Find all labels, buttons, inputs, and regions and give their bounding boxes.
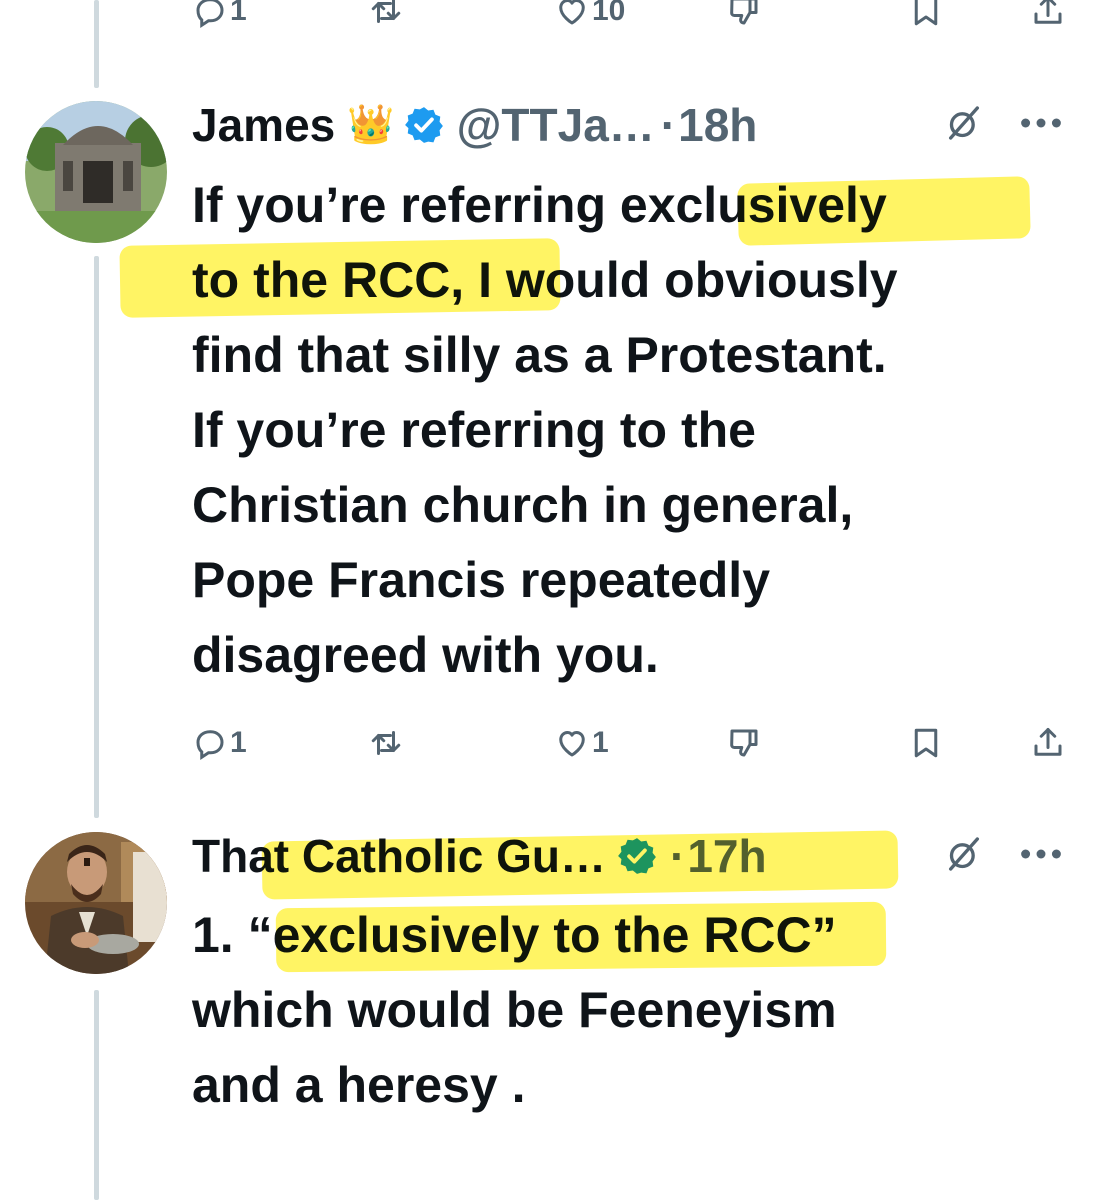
like-icon — [554, 725, 590, 761]
bookmark-button[interactable] — [908, 718, 944, 768]
tweet-text-line: and a heresy . — [192, 1057, 526, 1113]
tweet-text-line: If you’re referring exclusively — [192, 177, 887, 233]
like-button[interactable]: 10 — [554, 0, 625, 36]
more-button[interactable] — [1018, 826, 1064, 886]
tweet2-header: That Catholic Gu… · 17h — [192, 826, 767, 886]
tweet2-text: 1. “exclusively to the RCC” which would … — [192, 898, 1072, 1123]
tweet-text-line: find that silly as a Protestant. — [192, 327, 887, 383]
retweet-button[interactable] — [368, 0, 404, 36]
thread-line-top — [94, 0, 99, 88]
reply-count: 1 — [230, 0, 247, 27]
timestamp[interactable]: 17h — [687, 829, 766, 883]
more-icon — [1018, 847, 1064, 866]
handle[interactable]: @TTJa… — [457, 98, 655, 152]
tweet-text-line: Pope Francis repeatedly — [192, 552, 771, 608]
avatar-james[interactable] — [25, 101, 167, 243]
retweet-icon — [368, 0, 404, 29]
reply-button[interactable]: 1 — [192, 718, 247, 768]
more-button[interactable] — [1018, 95, 1064, 155]
share-button[interactable] — [1030, 718, 1066, 768]
grok-button[interactable] — [944, 95, 984, 155]
tweet1-text: If you’re referring exclusively to the R… — [192, 168, 1072, 693]
like-count: 10 — [592, 0, 626, 27]
reply-icon — [192, 725, 228, 761]
tweet-text-line: If you’re referring to the — [192, 402, 756, 458]
tweet-text-line: disagreed with you. — [192, 627, 659, 683]
tweet1-action-bar: 1 1 — [192, 718, 1072, 768]
reply-count: 1 — [230, 726, 247, 759]
grok-icon — [944, 834, 984, 879]
dislike-button[interactable] — [726, 0, 762, 36]
share-icon — [1030, 0, 1066, 29]
tweet-text-line: Christian church in general, — [192, 477, 854, 533]
thread-line-bottom — [94, 990, 99, 1200]
like-count: 1 — [592, 726, 609, 759]
like-icon — [554, 0, 590, 29]
tweet-text-line: to the RCC, I would obviously — [192, 252, 898, 308]
dislike-icon — [726, 0, 762, 29]
dislike-icon — [726, 725, 762, 761]
retweet-icon — [368, 725, 404, 761]
dislike-button[interactable] — [726, 718, 762, 768]
tweet-text-line: which would be Feeneyism — [192, 982, 837, 1038]
verified-icon — [616, 835, 658, 877]
grok-button[interactable] — [944, 826, 984, 886]
separator-dot: · — [670, 830, 686, 882]
display-name[interactable]: That Catholic Gu… — [192, 829, 606, 883]
reply-icon — [192, 0, 228, 29]
bookmark-icon — [908, 725, 944, 761]
bookmark-icon — [908, 0, 944, 29]
grok-icon — [944, 103, 984, 148]
thread-line-middle — [94, 256, 99, 818]
crown-emoji: 👑 — [347, 104, 395, 146]
like-button[interactable]: 1 — [554, 718, 609, 768]
avatar-that-catholic-guy[interactable] — [25, 832, 167, 974]
separator-dot: · — [660, 99, 677, 151]
share-button[interactable] — [1030, 0, 1066, 36]
timestamp[interactable]: 18h — [678, 98, 757, 152]
retweet-button[interactable] — [368, 718, 404, 768]
tweet-text-line: 1. “exclusively to the RCC” — [192, 907, 837, 963]
bookmark-button[interactable] — [908, 0, 944, 36]
action-bar-previous: 1 10 — [192, 0, 1072, 36]
display-name[interactable]: James — [192, 98, 335, 152]
more-icon — [1018, 116, 1064, 135]
verified-icon — [403, 104, 445, 146]
tweet1-header: James 👑 @TTJa… · 18h — [192, 95, 757, 155]
reply-button[interactable]: 1 — [192, 0, 247, 36]
share-icon — [1030, 725, 1066, 761]
